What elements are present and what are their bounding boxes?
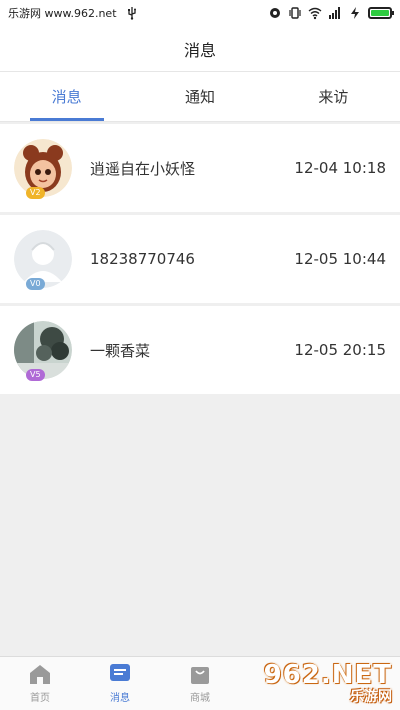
charging-icon bbox=[351, 7, 359, 19]
signal-icon bbox=[329, 7, 340, 19]
app-screen: 乐游网 www.962.net 消息 消息 通知 来访 V2 逍遥自在小妖怪 1… bbox=[0, 0, 400, 710]
page-header: 消息 bbox=[0, 26, 400, 72]
sender-name: 逍遥自在小妖怪 bbox=[90, 159, 196, 178]
status-bar: 乐游网 www.962.net bbox=[0, 0, 400, 26]
battery-fill bbox=[371, 10, 389, 16]
sender-name: 18238770746 bbox=[90, 250, 195, 268]
watermark-bottom: 乐游网 bbox=[350, 689, 392, 705]
nav-home[interactable]: 首页 bbox=[0, 657, 80, 710]
message-time: 12-05 10:44 bbox=[294, 250, 386, 268]
nav-messages[interactable]: 消息 bbox=[80, 657, 160, 710]
message-list: V2 逍遥自在小妖怪 12-04 10:18 V0 18238770746 12… bbox=[0, 124, 400, 397]
battery-icon bbox=[368, 7, 394, 19]
site-label: 乐游网 www.962.net bbox=[8, 7, 117, 20]
tab-visitors[interactable]: 来访 bbox=[267, 72, 400, 121]
avatar[interactable]: V2 bbox=[14, 139, 72, 199]
message-row[interactable]: V0 18238770746 12-05 10:44 bbox=[0, 215, 400, 303]
shop-bag-icon bbox=[191, 667, 209, 684]
tab-messages[interactable]: 消息 bbox=[0, 72, 133, 121]
page-title: 消息 bbox=[183, 40, 216, 60]
vibrate-icon bbox=[289, 7, 301, 19]
vip-label: V0 bbox=[30, 279, 41, 288]
vip-label: V5 bbox=[30, 370, 41, 379]
avatar[interactable]: V5 bbox=[14, 321, 72, 381]
vip-badge: V5 bbox=[26, 369, 45, 381]
wifi-icon bbox=[308, 7, 322, 20]
message-time: 12-04 10:18 bbox=[294, 159, 386, 177]
home-icon bbox=[30, 665, 50, 684]
vip-badge: V2 bbox=[26, 187, 45, 199]
nav-shop[interactable]: 商城 bbox=[160, 657, 240, 710]
message-time: 12-05 20:15 bbox=[294, 341, 386, 359]
status-right bbox=[268, 6, 394, 20]
nav-shop-label: 商城 bbox=[190, 693, 210, 704]
tab-notifications[interactable]: 通知 bbox=[133, 72, 266, 121]
message-row[interactable]: V5 一颗香菜 12-05 20:15 bbox=[0, 306, 400, 394]
tab-visitors-label: 来访 bbox=[318, 88, 349, 106]
nav-home-label: 首页 bbox=[30, 693, 50, 704]
watermark-logo: 962.NET 乐游网 bbox=[242, 660, 392, 706]
status-left: 乐游网 www.962.net bbox=[8, 5, 139, 21]
sender-name: 一颗香菜 bbox=[90, 341, 151, 360]
tab-messages-label: 消息 bbox=[51, 88, 82, 106]
usb-icon bbox=[127, 7, 136, 20]
message-icon bbox=[110, 664, 130, 681]
vip-label: V2 bbox=[30, 188, 41, 197]
avatar[interactable]: V0 bbox=[14, 230, 72, 290]
tab-bar: 消息 通知 来访 bbox=[0, 72, 400, 122]
message-row[interactable]: V2 逍遥自在小妖怪 12-04 10:18 bbox=[0, 124, 400, 212]
nav-messages-label: 消息 bbox=[110, 693, 130, 704]
alarm-icon bbox=[270, 8, 280, 18]
vip-badge: V0 bbox=[26, 278, 45, 290]
tab-notifications-label: 通知 bbox=[184, 88, 215, 106]
